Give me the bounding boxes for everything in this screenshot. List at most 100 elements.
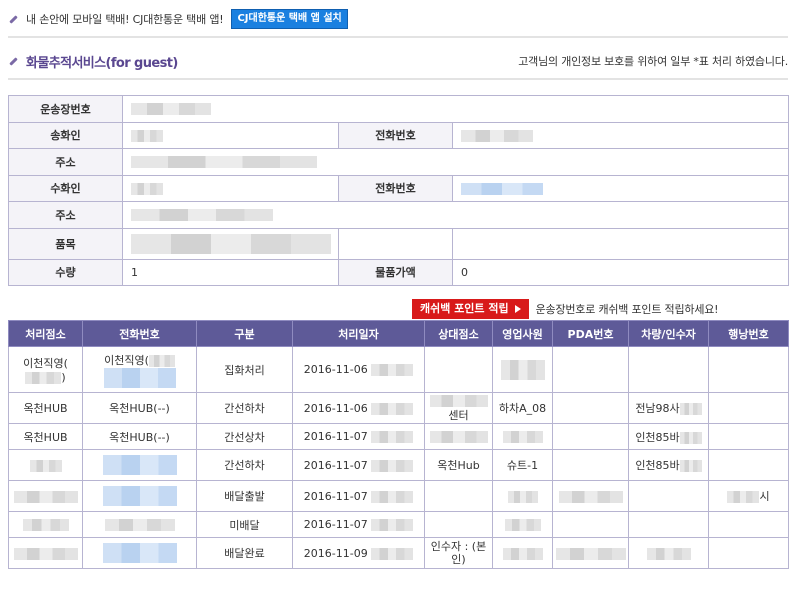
- column-header: 상대점소: [424, 320, 493, 347]
- pda-cell: [552, 537, 629, 569]
- column-header: 전화번호: [82, 320, 197, 347]
- partner-cell: [424, 511, 493, 538]
- sender-phone-value: [451, 121, 790, 149]
- sender-address-row: 주소: [8, 148, 790, 176]
- table-row: 미배달 2016-11-07: [8, 511, 789, 538]
- phone-cell: 옥천HUB(--): [82, 392, 197, 424]
- masked-value: [429, 394, 488, 407]
- receiver-row: 수화인 전화번호: [8, 174, 790, 202]
- bag-cell: [708, 346, 789, 393]
- install-app-button[interactable]: CJ대한통운 택배 앱 설치: [231, 9, 348, 29]
- branch-cell: [8, 449, 83, 481]
- item-row: 품목: [8, 227, 790, 260]
- item-label: 품목: [8, 227, 123, 260]
- masked-value: [25, 372, 62, 384]
- sender-value: [122, 121, 339, 149]
- column-header: 처리점소: [8, 320, 83, 347]
- branch-cell: 옥천HUB: [8, 392, 83, 424]
- masked-value: [102, 543, 177, 563]
- column-header: 영업사원: [492, 320, 553, 347]
- masked-value: [371, 402, 414, 415]
- masked-value: [371, 364, 414, 376]
- phone-cell: 이천직영(: [82, 346, 197, 393]
- masked-value: [371, 547, 414, 560]
- privacy-note: 고객님의 개인정보 보호를 위하여 일부 *표 처리 하였습니다.: [518, 55, 788, 68]
- status-cell: 배달출발: [196, 480, 293, 512]
- masked-value: [507, 490, 538, 503]
- vehicle-cell: 인천85바: [628, 423, 709, 450]
- sales-cell: [492, 346, 553, 393]
- price-label: 물품가액: [338, 258, 453, 286]
- sales-cell: [492, 423, 553, 450]
- sender-row: 송화인 전화번호: [8, 121, 790, 149]
- quantity-label: 수량: [8, 258, 123, 286]
- receiver-label: 수화인: [8, 174, 123, 202]
- date-cell: 2016-11-07: [292, 449, 425, 481]
- waybill-row: 운송장번호: [8, 95, 790, 123]
- status-cell: 간선하차: [196, 392, 293, 424]
- waybill-label: 운송장번호: [8, 95, 123, 123]
- sender-address-label: 주소: [8, 148, 123, 176]
- branch-cell: 옥천HUB: [8, 423, 83, 450]
- column-header: 행낭번호: [708, 320, 789, 347]
- receiver-phone-value: [451, 174, 790, 202]
- status-cell: 간선상차: [196, 423, 293, 450]
- branch-cell: 이천직영(): [8, 346, 83, 393]
- phone-cell: [82, 511, 197, 538]
- masked-value: [502, 547, 543, 560]
- pda-cell: [552, 346, 629, 393]
- masked-value: [504, 519, 541, 531]
- partner-cell: 옥천Hub: [424, 449, 493, 481]
- masked-value: [558, 490, 623, 503]
- phone-cell: [82, 480, 197, 512]
- masked-value: [131, 182, 163, 195]
- masked-value: [131, 233, 331, 254]
- tracking-table: 처리점소 전화번호 구분 처리일자 상대점소 영업사원 PDA번호 차량/인수자…: [8, 320, 789, 569]
- table-row: 옥천HUB 옥천HUB(--) 간선상차 2016-11-07 인천85바: [8, 423, 789, 450]
- cell-text: 시: [759, 490, 770, 503]
- masked-value: [131, 209, 273, 222]
- masked-value: [371, 459, 414, 472]
- masked-value: [727, 491, 760, 503]
- masked-value: [371, 431, 414, 443]
- cashback-row: 캐쉬백 포인트 적립 운송장번호로 캐쉬백 포인트 적립하세요!: [412, 299, 788, 319]
- table-row: 간선하차 2016-11-07 옥천Hub 슈트-1 인천85바: [8, 449, 789, 481]
- date-cell: 2016-11-07: [292, 511, 425, 538]
- column-header: 처리일자: [292, 320, 425, 347]
- date-cell: 2016-11-09: [292, 537, 425, 569]
- status-cell: 간선하차: [196, 449, 293, 481]
- partner-cell: 인수자 : (본인): [424, 537, 493, 569]
- cell-text: 2016-11-09: [303, 546, 368, 560]
- column-header: PDA번호: [552, 320, 629, 347]
- masked-value: [131, 129, 163, 142]
- table-row: 배달완료 2016-11-09 인수자 : (본인): [8, 537, 789, 569]
- cell-text: 인천85바: [635, 459, 680, 472]
- shipment-info-table: 운송장번호 송화인 전화번호 주소 수화인 전화번호 주소 품목 수량 1 물품…: [8, 95, 790, 286]
- quantity-value: 1: [122, 258, 339, 286]
- arrow-right-icon: [514, 305, 521, 313]
- bag-cell: [708, 449, 789, 481]
- column-header: 구분: [196, 320, 293, 347]
- receiver-phone-label: 전화번호: [338, 174, 453, 202]
- masked-value: [102, 455, 177, 475]
- masked-value: [555, 547, 626, 560]
- masked-value: [104, 519, 175, 531]
- vehicle-cell: [628, 511, 709, 538]
- sales-cell: [492, 511, 553, 538]
- sales-cell: 하차A_08: [492, 392, 553, 424]
- masked-value: [131, 156, 317, 169]
- masked-value: [102, 486, 177, 506]
- vehicle-cell: [628, 537, 709, 569]
- receiver-address-value: [121, 201, 790, 229]
- phone-cell: [82, 449, 197, 481]
- masked-value: [646, 547, 691, 560]
- status-cell: 집화처리: [196, 346, 293, 393]
- cashback-text: 운송장번호로 캐쉬백 포인트 적립하세요!: [535, 303, 719, 316]
- table-row: 배달출발 2016-11-07 시: [8, 480, 789, 512]
- cashback-button[interactable]: 캐쉬백 포인트 적립: [412, 299, 529, 319]
- masked-value: [13, 547, 78, 560]
- price-value: 0: [451, 258, 790, 286]
- branch-cell: [8, 480, 83, 512]
- cell-text: 2016-11-07: [303, 518, 368, 531]
- receiver-address-label: 주소: [8, 201, 123, 229]
